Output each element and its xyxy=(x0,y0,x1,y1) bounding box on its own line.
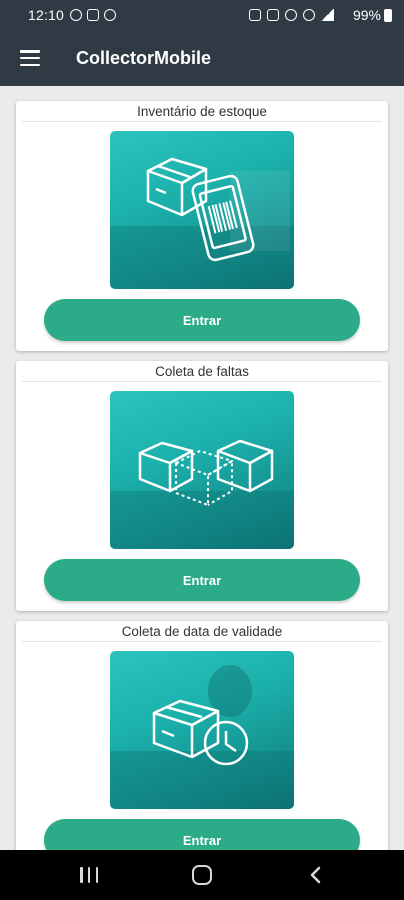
card-title: Coleta de faltas xyxy=(155,364,249,379)
boxes-and-phone-barcode-icon xyxy=(110,131,294,289)
home-icon[interactable] xyxy=(192,865,212,885)
notification-icons xyxy=(70,9,116,21)
back-icon[interactable] xyxy=(307,866,325,884)
card-title: Inventário de estoque xyxy=(137,104,267,119)
divider xyxy=(22,641,382,642)
whatsapp-icon xyxy=(70,9,82,21)
battery-saver-icon xyxy=(249,9,261,21)
system-navigation-bar xyxy=(0,850,404,900)
box-with-clock-icon xyxy=(110,651,294,809)
card-inventario: Inventário de estoque Entrar xyxy=(16,101,388,351)
enter-button[interactable]: Entrar xyxy=(44,819,360,850)
card-title: Coleta de data de validade xyxy=(121,624,283,639)
mute-icon xyxy=(285,9,297,21)
divider xyxy=(22,121,382,122)
battery-percent: 99% xyxy=(352,7,381,23)
status-time: 12:10 xyxy=(28,7,65,23)
card-coleta-faltas: Coleta de faltas Entrar xyxy=(16,361,388,611)
hamburger-menu-icon[interactable] xyxy=(20,50,40,67)
status-bar: 12:10 99% xyxy=(0,0,404,30)
enter-button[interactable]: Entrar xyxy=(44,559,360,601)
signal-icon xyxy=(321,9,334,21)
image-icon xyxy=(87,9,99,21)
system-icons xyxy=(249,9,334,21)
card-coleta-validade: Coleta de data de validade Entrar xyxy=(16,621,388,850)
enter-button[interactable]: Entrar xyxy=(44,299,360,341)
missing-box-icon xyxy=(110,391,294,549)
divider xyxy=(22,381,382,382)
nfc-icon xyxy=(267,9,279,21)
card-list[interactable]: Inventário de estoque Entrar Coleta de f… xyxy=(0,86,404,850)
recents-icon[interactable] xyxy=(80,867,98,883)
wifi-icon xyxy=(303,9,315,21)
app-bar: CollectorMobile xyxy=(0,30,404,86)
app-title: CollectorMobile xyxy=(76,48,212,68)
battery-status: 99% xyxy=(353,7,392,23)
battery-icon xyxy=(384,8,392,22)
app-notification-icon xyxy=(104,9,116,21)
